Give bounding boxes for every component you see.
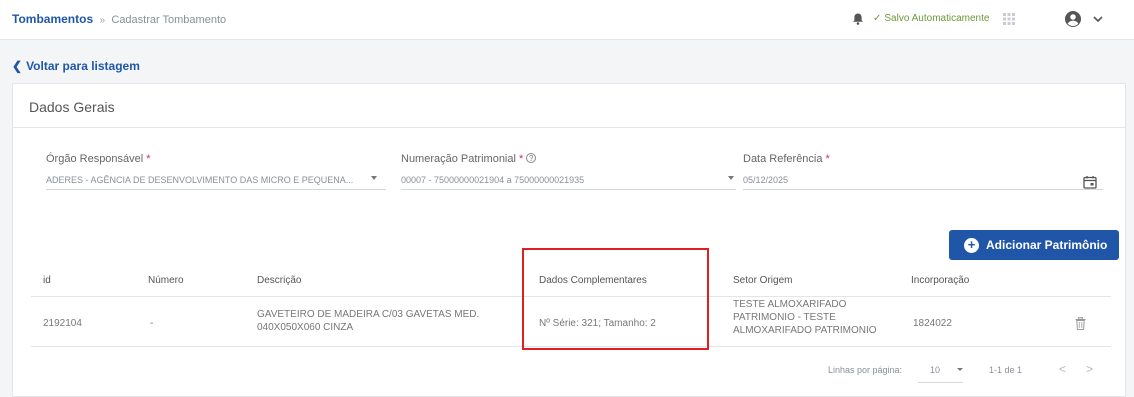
column-header-setor-origem[interactable]: Setor Origem bbox=[733, 275, 792, 286]
grid-icon[interactable] bbox=[1003, 13, 1015, 25]
caret-down-icon[interactable] bbox=[957, 368, 963, 371]
user-icon[interactable] bbox=[1064, 10, 1082, 28]
orgao-underline bbox=[46, 189, 386, 190]
check-icon: ✓ bbox=[873, 13, 882, 24]
data-referencia-value: 05/12/2025 bbox=[743, 175, 789, 185]
top-bar: Tombamentos » Cadastrar Tombamento ✓ Salv… bbox=[0, 0, 1134, 40]
saved-status-text: Salvo Automaticamente bbox=[884, 13, 990, 24]
breadcrumb-separator: » bbox=[99, 15, 106, 26]
calendar-icon[interactable] bbox=[1083, 175, 1097, 189]
card-header: Dados Gerais bbox=[13, 84, 1125, 128]
trash-icon[interactable] bbox=[1075, 317, 1086, 330]
data-referencia-label: Data Referência * bbox=[743, 153, 1103, 165]
breadcrumb-root[interactable]: Tombamentos bbox=[12, 12, 93, 26]
section-title: Dados Gerais bbox=[29, 99, 115, 115]
breadcrumb-current: Cadastrar Tombamento bbox=[111, 14, 227, 26]
numeracao-underline bbox=[401, 189, 736, 190]
back-to-list-link[interactable]: ❮ Voltar para listagem bbox=[12, 59, 140, 73]
data-referencia-underline bbox=[743, 189, 1103, 190]
rows-per-page-underline bbox=[918, 382, 963, 383]
orgao-label-text: Órgão Responsável bbox=[46, 153, 144, 165]
plus-circle-icon: + bbox=[964, 237, 979, 253]
orgao-select[interactable]: Órgão Responsável * ADERES - AGÊNCIA DE D… bbox=[46, 153, 386, 193]
required-mark: * bbox=[825, 153, 830, 165]
chevron-down-icon[interactable] bbox=[1092, 13, 1104, 25]
data-referencia-field[interactable]: Data Referência * 05/12/2025 bbox=[743, 153, 1103, 193]
pagination-range: 1-1 de 1 bbox=[989, 365, 1023, 375]
breadcrumb: Tombamentos » Cadastrar Tombamento bbox=[12, 12, 226, 26]
back-link-label: Voltar para listagem bbox=[26, 59, 140, 73]
caret-down-icon bbox=[728, 176, 734, 180]
orgao-label: Órgão Responsável * bbox=[46, 153, 386, 165]
numeracao-value: 00007 - 75000000021904 a 75000000021935 bbox=[401, 175, 585, 185]
saved-status: ✓ Salvo Automaticamente bbox=[873, 13, 989, 24]
caret-down-icon bbox=[371, 176, 377, 180]
cell-setor-origem: TESTE ALMOXARIFADO PATRIMONIO - TESTE AL… bbox=[733, 299, 877, 336]
cell-id: 2192104 bbox=[43, 318, 82, 329]
general-data-card: Dados Gerais Órgão Responsável * ADERES -… bbox=[12, 83, 1126, 397]
add-patrimonio-label: Adicionar Patrimônio bbox=[986, 238, 1108, 252]
column-header-descricao[interactable]: Descrição bbox=[257, 275, 301, 286]
cell-incorporacao: 1824022 bbox=[913, 318, 952, 329]
column-header-numero[interactable]: Número bbox=[148, 275, 184, 286]
numeracao-label-text: Numeração Patrimonial bbox=[401, 153, 516, 165]
rows-per-page-value[interactable]: 10 bbox=[930, 365, 940, 375]
column-header-id[interactable]: id bbox=[43, 275, 51, 286]
data-referencia-label-text: Data Referência bbox=[743, 153, 823, 165]
add-patrimonio-button[interactable]: + Adicionar Patrimônio bbox=[949, 230, 1119, 260]
bell-icon[interactable] bbox=[851, 12, 865, 26]
rows-per-page-label: Linhas por página: bbox=[828, 365, 903, 375]
prev-page-button[interactable]: < bbox=[1059, 362, 1066, 376]
chevron-left-icon: ❮ bbox=[12, 59, 23, 73]
next-page-button[interactable]: > bbox=[1086, 362, 1093, 376]
numeracao-label: Numeração Patrimonial *? bbox=[401, 153, 736, 165]
column-header-incorporacao[interactable]: Incorporação bbox=[911, 275, 969, 286]
required-mark: * bbox=[518, 153, 524, 165]
orgao-value: ADERES - AGÊNCIA DE DESENVOLVIMENTO DAS … bbox=[46, 175, 354, 185]
help-icon[interactable]: ? bbox=[526, 153, 537, 163]
cell-numero: - bbox=[150, 318, 154, 329]
cell-descricao: GAVETEIRO DE MADEIRA C/03 GAVETAS MED. 0… bbox=[257, 309, 480, 333]
required-mark: * bbox=[146, 153, 151, 165]
highlight-annotation-box bbox=[522, 248, 709, 350]
numeracao-select[interactable]: Numeração Patrimonial *? 00007 - 75000000… bbox=[401, 153, 736, 193]
